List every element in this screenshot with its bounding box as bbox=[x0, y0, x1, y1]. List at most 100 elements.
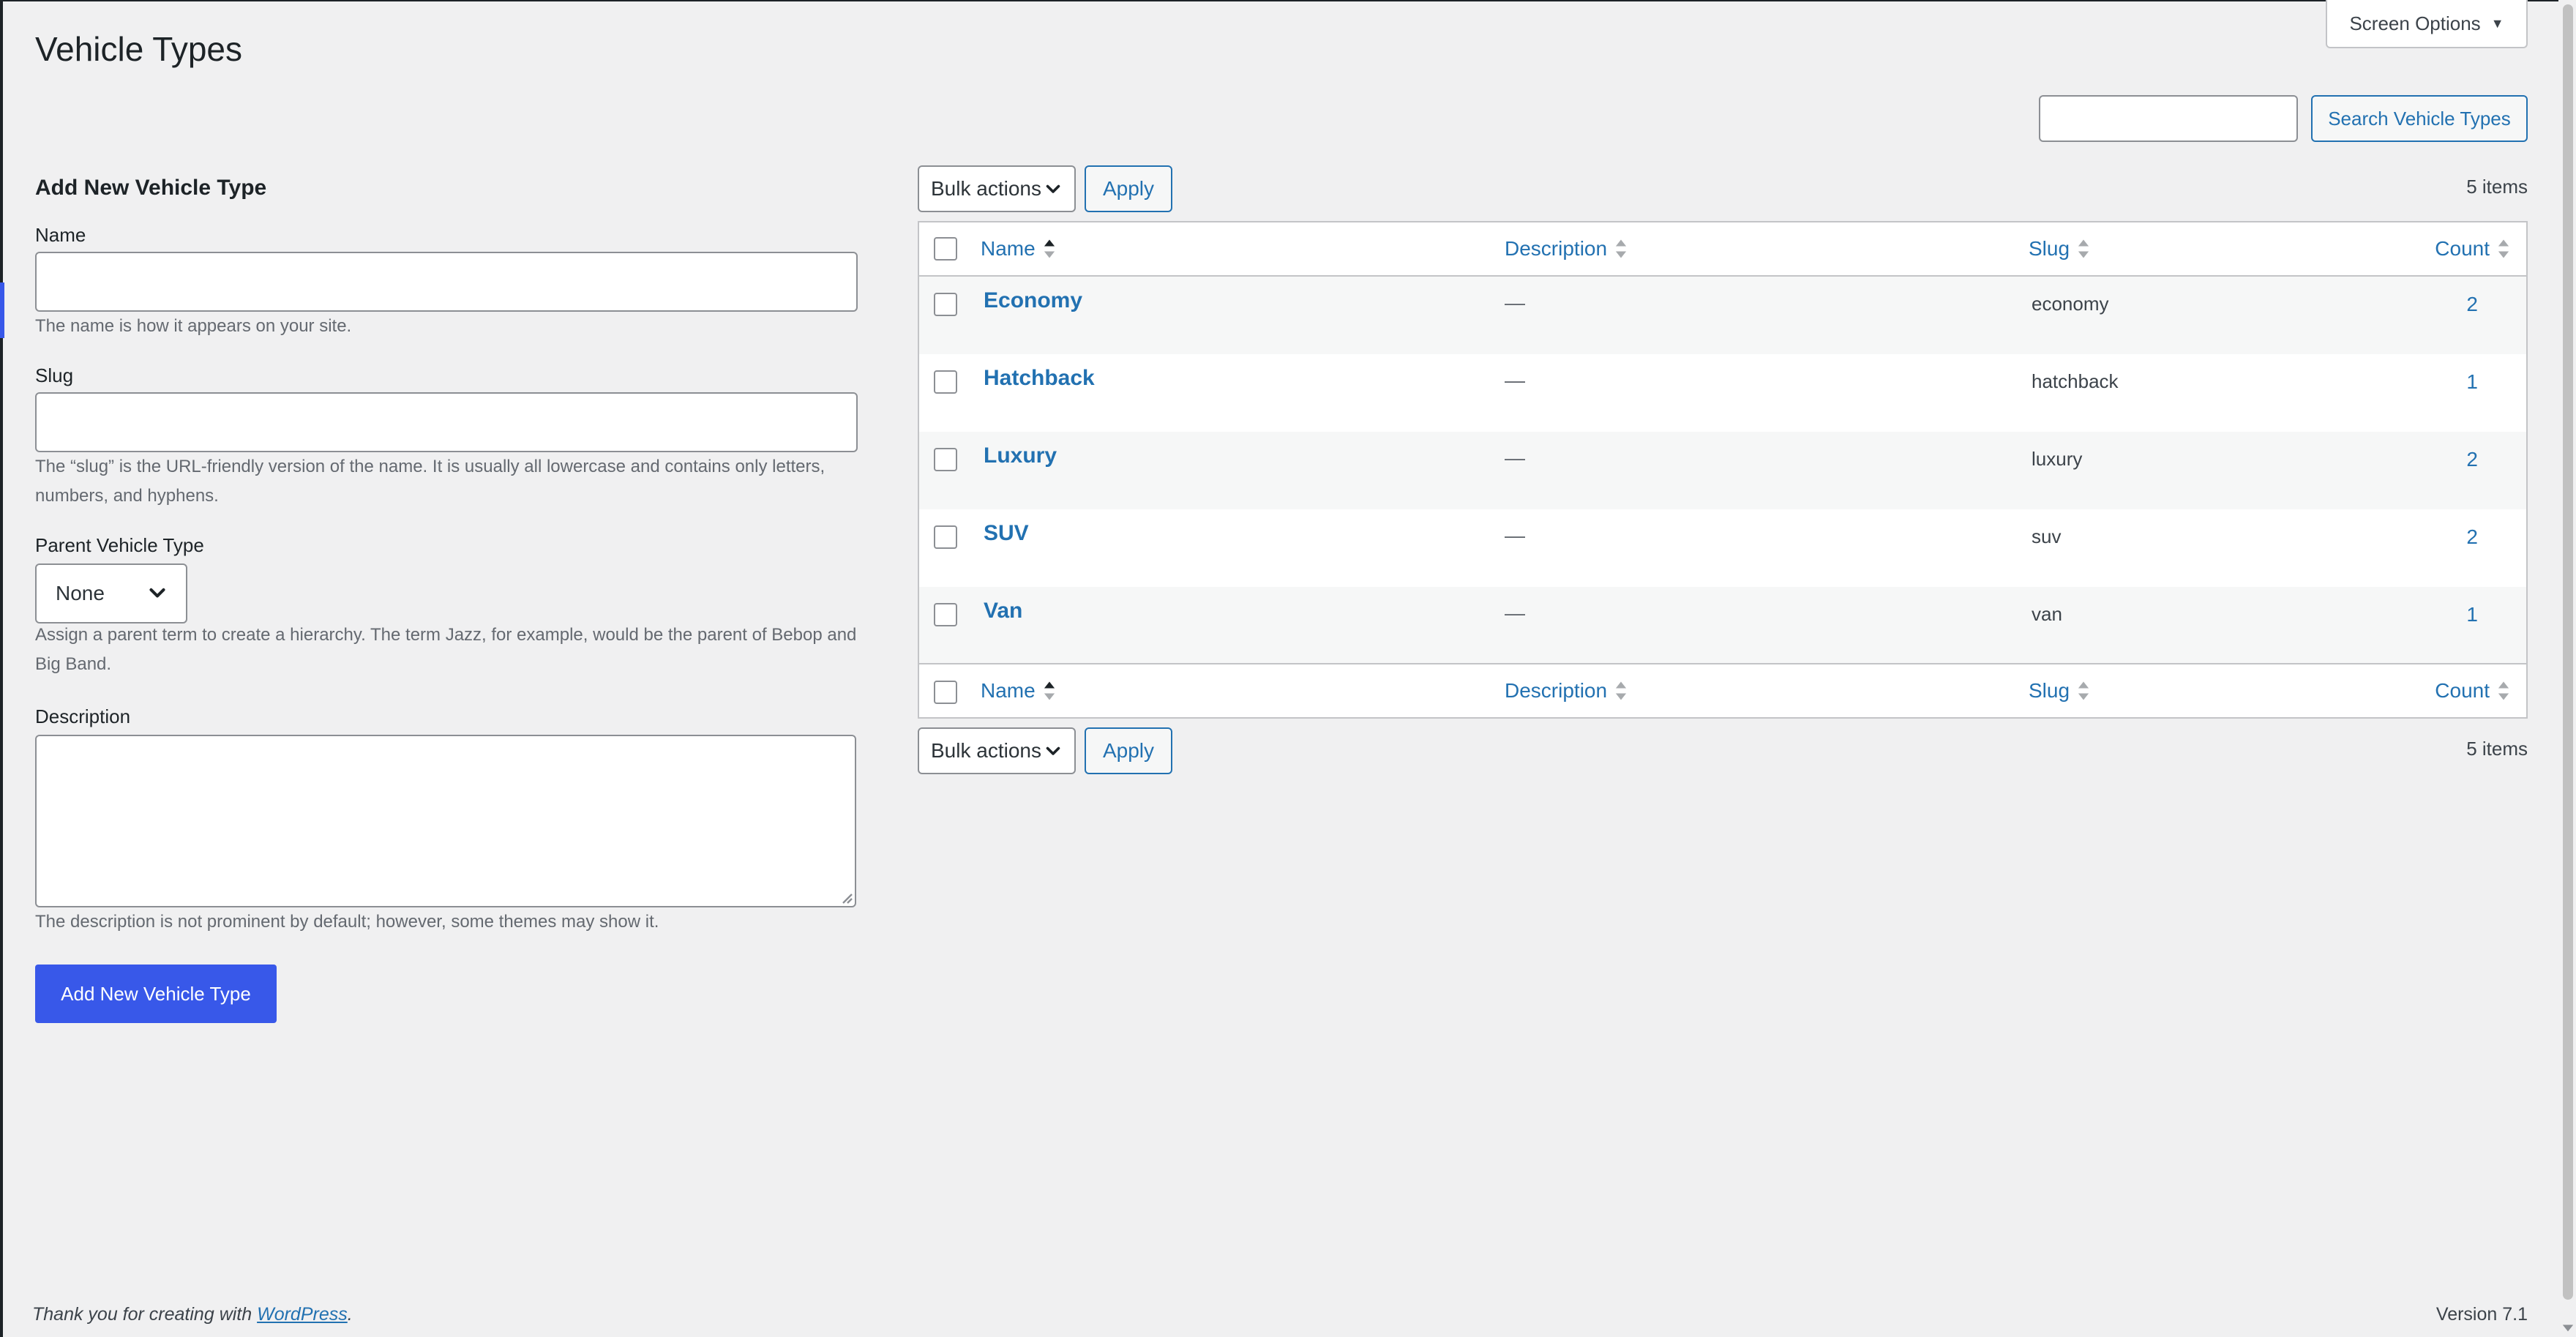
apply-button-bottom[interactable]: Apply bbox=[1085, 727, 1172, 774]
table-row: Luxury — luxury 2 bbox=[919, 432, 2526, 509]
row-checkbox[interactable] bbox=[934, 448, 957, 471]
row-checkbox[interactable] bbox=[934, 293, 957, 316]
row-checkbox[interactable] bbox=[934, 370, 957, 394]
term-count-link[interactable]: 2 bbox=[2466, 448, 2478, 471]
apply-button-top[interactable]: Apply bbox=[1085, 165, 1172, 212]
footer-thanks-text: Thank you for creating with bbox=[32, 1304, 258, 1325]
sort-icon bbox=[2078, 681, 2089, 700]
name-field[interactable] bbox=[35, 252, 858, 312]
term-name-link[interactable]: Economy bbox=[984, 288, 1082, 313]
parent-select[interactable]: None bbox=[35, 563, 187, 623]
footer-version: Version 7.1 bbox=[2435, 1304, 2528, 1325]
term-slug: luxury bbox=[2032, 448, 2083, 470]
column-count-sort[interactable]: Count bbox=[2435, 237, 2510, 261]
term-description: — bbox=[1505, 291, 1525, 314]
column-slug-label: Slug bbox=[2029, 237, 2070, 260]
name-help-text: The name is how it appears on your site. bbox=[35, 316, 352, 336]
term-count-link[interactable]: 1 bbox=[2466, 603, 2478, 626]
term-count-link[interactable]: 1 bbox=[2466, 370, 2478, 394]
search-vehicle-types-button[interactable]: Search Vehicle Types bbox=[2311, 95, 2528, 142]
add-new-vehicle-type-button[interactable]: Add New Vehicle Type bbox=[35, 965, 277, 1023]
term-name-link[interactable]: Van bbox=[984, 599, 1022, 623]
table-row: SUV — suv 2 bbox=[919, 509, 2526, 587]
items-count-top: 5 items bbox=[2466, 176, 2528, 198]
sort-asc-icon bbox=[1044, 681, 1055, 700]
column-count-sort-bottom[interactable]: Count bbox=[2435, 679, 2510, 703]
row-checkbox[interactable] bbox=[934, 525, 957, 549]
chevron-down-icon bbox=[1046, 184, 1060, 193]
term-name-link[interactable]: Luxury bbox=[984, 443, 1057, 468]
parent-help-text: Assign a parent term to create a hierarc… bbox=[35, 625, 857, 674]
bulk-actions-label: Bulk actions bbox=[931, 177, 1041, 200]
term-count-link[interactable]: 2 bbox=[2466, 293, 2478, 316]
bulk-actions-select-top[interactable]: Bulk actions bbox=[918, 165, 1076, 212]
vehicle-types-table: Name Description Slug Count Economy — ec… bbox=[918, 221, 2528, 719]
term-name-link[interactable]: SUV bbox=[984, 521, 1029, 546]
sort-icon bbox=[2078, 239, 2089, 258]
column-slug-label: Slug bbox=[2029, 679, 2070, 702]
term-name-link[interactable]: Hatchback bbox=[984, 366, 1095, 391]
scrollbar-thumb[interactable] bbox=[2563, 4, 2573, 1300]
term-slug: van bbox=[2032, 603, 2062, 625]
parent-label: Parent Vehicle Type bbox=[35, 534, 204, 556]
name-label: Name bbox=[35, 224, 86, 246]
vertical-scrollbar[interactable] bbox=[2558, 0, 2576, 1337]
select-all-checkbox-bottom[interactable] bbox=[934, 681, 957, 704]
term-slug: suv bbox=[2032, 525, 2062, 547]
parent-select-value: None bbox=[56, 582, 105, 604]
slug-label: Slug bbox=[35, 364, 74, 386]
column-description-label: Description bbox=[1505, 679, 1608, 702]
sort-icon bbox=[1615, 239, 1627, 258]
sort-asc-icon bbox=[1044, 239, 1055, 258]
wordpress-link[interactable]: WordPress bbox=[257, 1304, 348, 1325]
term-description: — bbox=[1505, 602, 1525, 624]
items-count-bottom: 5 items bbox=[2466, 738, 2528, 760]
table-row: Van — van 1 bbox=[919, 587, 2526, 664]
resize-grip-icon[interactable] bbox=[839, 890, 853, 905]
caret-down-icon: ▼ bbox=[2490, 15, 2504, 31]
column-name-sort[interactable]: Name bbox=[981, 237, 1056, 261]
column-description-label: Description bbox=[1505, 237, 1608, 260]
column-name-sort-bottom[interactable]: Name bbox=[981, 679, 1056, 703]
admin-menu-edge bbox=[0, 0, 3, 1337]
sort-icon bbox=[1615, 681, 1627, 700]
term-description: — bbox=[1505, 369, 1525, 392]
column-count-label: Count bbox=[2435, 679, 2490, 702]
sort-icon bbox=[2498, 681, 2509, 700]
row-checkbox[interactable] bbox=[934, 603, 957, 626]
scroll-down-arrow-icon[interactable] bbox=[2561, 1321, 2575, 1334]
column-description-sort[interactable]: Description bbox=[1505, 237, 1628, 261]
page-title: Vehicle Types bbox=[35, 30, 243, 68]
screen-options-label: Screen Options bbox=[2349, 12, 2481, 34]
slug-help-text: The “slug” is the URL-friendly version o… bbox=[35, 457, 825, 506]
screen-options-button[interactable]: Screen Options ▼ bbox=[2326, 0, 2528, 48]
chevron-down-icon bbox=[1046, 746, 1060, 755]
add-new-heading: Add New Vehicle Type bbox=[35, 176, 267, 200]
description-help-text: The description is not prominent by defa… bbox=[35, 912, 659, 932]
sort-icon bbox=[2498, 239, 2509, 258]
bulk-actions-select-bottom[interactable]: Bulk actions bbox=[918, 727, 1076, 774]
bulk-actions-label: Bulk actions bbox=[931, 739, 1041, 762]
column-count-label: Count bbox=[2435, 237, 2490, 260]
search-input[interactable] bbox=[2039, 95, 2298, 142]
column-description-sort-bottom[interactable]: Description bbox=[1505, 679, 1628, 703]
term-description: — bbox=[1505, 446, 1525, 469]
column-slug-sort-bottom[interactable]: Slug bbox=[2029, 679, 2090, 703]
table-row: Economy — economy 2 bbox=[919, 277, 2526, 354]
table-row: Hatchback — hatchback 1 bbox=[919, 354, 2526, 432]
column-name-label: Name bbox=[981, 237, 1036, 260]
menu-accent-marker bbox=[0, 282, 4, 338]
term-slug: economy bbox=[2032, 293, 2109, 315]
slug-field[interactable] bbox=[35, 392, 858, 452]
table-header: Name Description Slug Count bbox=[919, 222, 2526, 277]
window-top-border bbox=[0, 0, 2576, 1]
select-all-checkbox[interactable] bbox=[934, 237, 957, 261]
description-label: Description bbox=[35, 705, 131, 727]
table-footer: Name Description Slug Count bbox=[919, 663, 2526, 717]
footer-thanks: Thank you for creating with WordPress. bbox=[32, 1304, 353, 1325]
term-count-link[interactable]: 2 bbox=[2466, 525, 2478, 549]
description-textarea[interactable] bbox=[35, 735, 856, 907]
term-description: — bbox=[1505, 524, 1525, 547]
column-slug-sort[interactable]: Slug bbox=[2029, 237, 2090, 261]
footer-thanks-suffix: . bbox=[347, 1304, 353, 1325]
